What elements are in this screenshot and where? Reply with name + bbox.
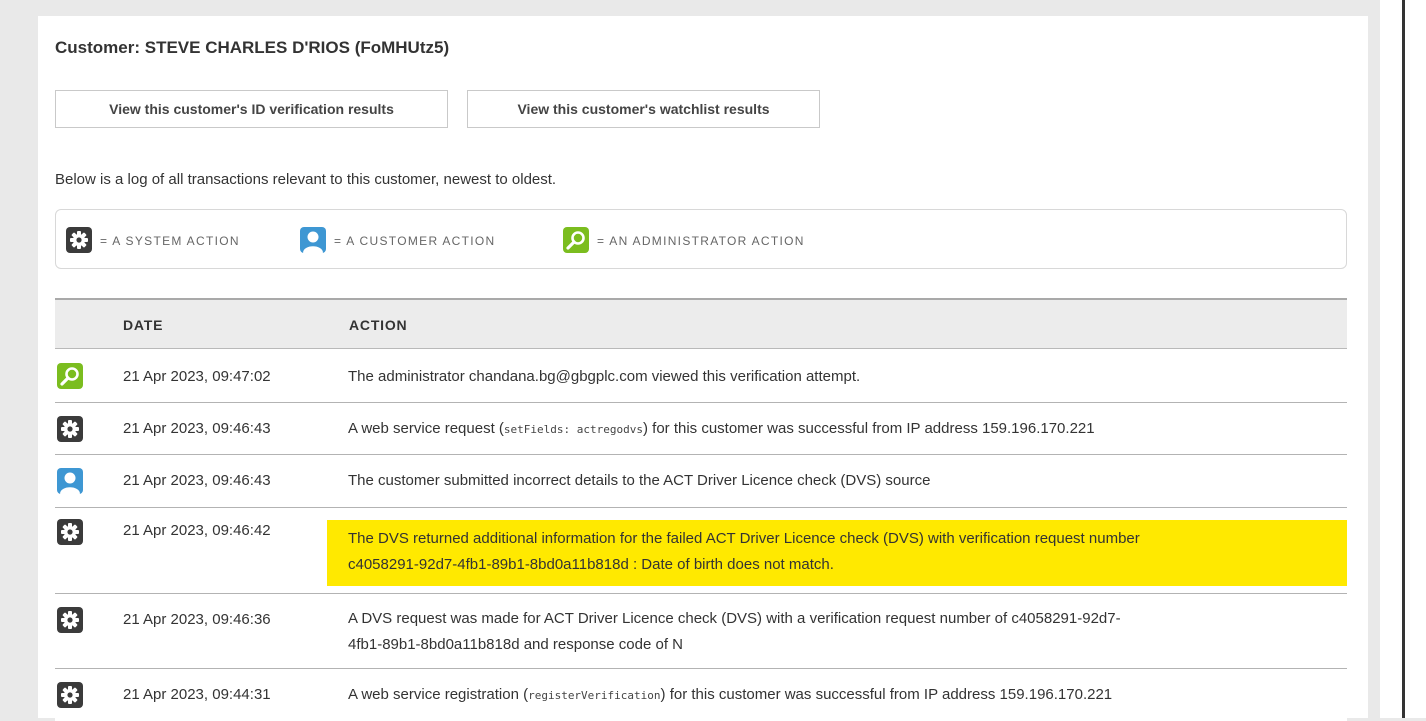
page-title: Customer: STEVE CHARLES D'RIOS (FoMHUtz5… xyxy=(55,38,450,57)
legend-admin-label: = AN ADMINISTRATOR ACTION xyxy=(597,234,805,248)
row-date: 21 Apr 2023, 09:46:36 xyxy=(123,611,271,628)
highlighted-action: The DVS returned additional information … xyxy=(327,520,1347,586)
row-action: The customer submitted incorrect details… xyxy=(348,472,931,489)
row-date: 21 Apr 2023, 09:46:43 xyxy=(123,420,271,437)
row-date: 21 Apr 2023, 09:47:02 xyxy=(123,368,271,385)
row-action-text: ) for this customer was successful from … xyxy=(642,420,1095,437)
table-row: 21 Apr 2023, 09:46:43 The customer submi… xyxy=(55,455,1347,508)
table-row: 21 Apr 2023, 09:46:43 A web service requ… xyxy=(55,403,1347,455)
table-row: 21 Apr 2023, 09:46:42 The DVS returned a… xyxy=(55,508,1347,594)
legend-system-label: = A SYSTEM ACTION xyxy=(100,234,240,248)
view-watchlist-button[interactable]: View this customer's watchlist results xyxy=(467,90,820,128)
legend-customer-label: = A CUSTOMER ACTION xyxy=(334,234,496,248)
gear-icon xyxy=(57,519,83,545)
row-action-text: ) for this customer was successful from … xyxy=(660,686,1113,703)
row-action-line: The DVS returned additional information … xyxy=(348,530,1140,547)
row-action-text: A web service registration ( xyxy=(348,686,529,703)
intro-text: Below is a log of all transactions relev… xyxy=(55,171,557,188)
column-header-date: DATE xyxy=(123,317,164,333)
row-action-line: 4fb1-89b1-8bd0a11b818d and response code… xyxy=(348,636,683,653)
customer-panel: Customer: STEVE CHARLES D'RIOS (FoMHUtz5… xyxy=(38,16,1368,721)
table-header: DATE ACTION xyxy=(55,298,1347,349)
legend-box: = A SYSTEM ACTION = A CUSTOMER ACTION = … xyxy=(55,209,1347,269)
row-action-line: A DVS request was made for ACT Driver Li… xyxy=(348,610,1121,627)
person-icon xyxy=(57,468,83,494)
table-row: 21 Apr 2023, 09:44:31 A web service regi… xyxy=(55,669,1347,721)
row-action: A web service registration (registerVeri… xyxy=(348,682,1333,709)
row-date: 21 Apr 2023, 09:44:31 xyxy=(123,686,271,703)
row-date: 21 Apr 2023, 09:46:43 xyxy=(123,472,271,489)
person-icon xyxy=(300,227,326,253)
right-divider xyxy=(1402,0,1405,718)
table-row: 21 Apr 2023, 09:46:36 A DVS request was … xyxy=(55,594,1347,669)
magnifier-icon xyxy=(57,363,83,389)
row-action-code: setFields: actregodvs xyxy=(503,423,643,436)
row-action: The administrator chandana.bg@gbgplc.com… xyxy=(348,368,861,385)
gear-icon xyxy=(57,607,83,633)
row-action: A web service request (setFields: actreg… xyxy=(348,416,1333,443)
gear-icon xyxy=(57,416,83,442)
row-date: 21 Apr 2023, 09:46:42 xyxy=(123,522,271,539)
row-action: A DVS request was made for ACT Driver Li… xyxy=(348,606,1333,658)
column-header-action: ACTION xyxy=(349,317,408,333)
gear-icon xyxy=(57,682,83,708)
magnifier-icon xyxy=(563,227,589,253)
view-id-verification-button[interactable]: View this customer's ID verification res… xyxy=(55,90,448,128)
gear-icon xyxy=(66,227,92,253)
row-action-text: A web service request ( xyxy=(348,420,504,437)
row-action-line: c4058291-92d7-4fb1-89b1-8bd0a11b818d : D… xyxy=(348,556,834,573)
row-action-code: registerVerification xyxy=(528,689,661,702)
table-row: 21 Apr 2023, 09:47:02 The administrator … xyxy=(55,349,1347,403)
